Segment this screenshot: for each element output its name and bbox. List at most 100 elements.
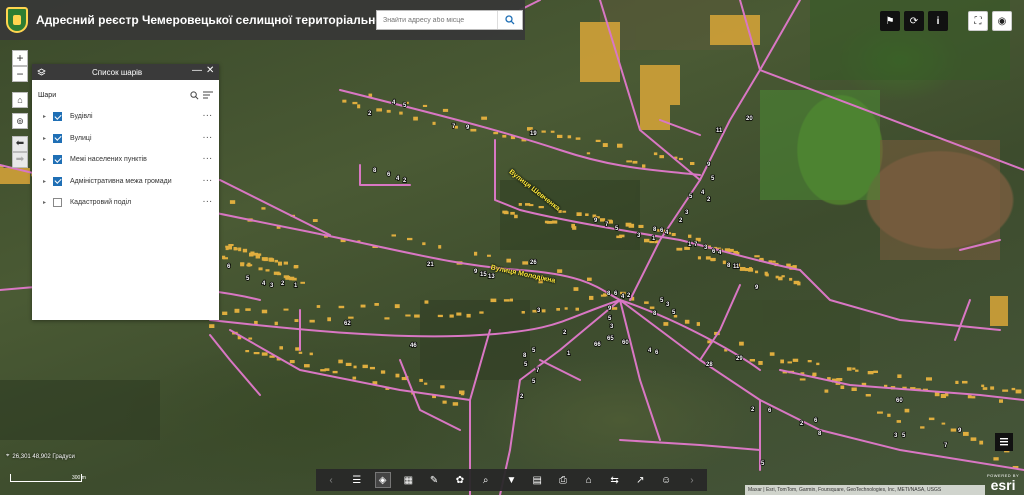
search-button[interactable]: [497, 11, 522, 29]
building-footprint: [229, 200, 236, 204]
layer-options-icon[interactable]: ···: [203, 199, 213, 206]
chevron-right-icon[interactable]: ›: [685, 473, 699, 487]
building-footprint: [558, 210, 562, 213]
building-footprint: [248, 337, 253, 340]
layer-row-cadastral[interactable]: ▸ Кадастровий поділ ···: [32, 192, 219, 214]
expand-arrow-icon[interactable]: ▸: [43, 156, 51, 163]
building-footprint: [391, 234, 396, 237]
zoom-out-button[interactable]: −: [12, 66, 28, 82]
report-icon[interactable]: ▤: [530, 473, 544, 487]
home-icon[interactable]: ⌂: [582, 473, 596, 487]
building-footprint: [345, 362, 352, 366]
layer-checkbox[interactable]: [53, 198, 62, 208]
swipe-icon[interactable]: ⇆: [608, 473, 622, 487]
building-footprint: [816, 362, 820, 366]
building-footprint: [413, 116, 418, 121]
layer-options-icon[interactable]: ···: [203, 113, 213, 120]
coordinate-readout: ⌖ 26,301 48,902 Градуси: [6, 453, 75, 460]
building-footprint: [466, 313, 471, 318]
building-footprint: [865, 394, 871, 397]
building-footprint: [981, 384, 985, 387]
layer-row-streets[interactable]: ▸ Вулиці ···: [32, 128, 219, 150]
svg-text:1: 1: [567, 351, 571, 357]
building-footprint: [487, 254, 491, 257]
building-footprint: [789, 277, 793, 281]
search-layers-icon[interactable]: [190, 90, 199, 100]
bottom-toolbar: ‹ ☰ ◈ ▦ ✎ ✿ ⌕ ▼ ▤ ⎙ ⌂ ⇆ ↗ ☺ ›: [316, 469, 707, 491]
svg-text:3: 3: [666, 302, 670, 308]
next-extent-button[interactable]: ➡: [12, 152, 28, 168]
expand-arrow-icon[interactable]: ▸: [43, 199, 51, 206]
close-button[interactable]: ✕: [206, 65, 214, 76]
svg-text:62: 62: [344, 321, 351, 327]
expand-arrow-icon[interactable]: ▸: [43, 135, 51, 142]
building-footprint: [291, 277, 297, 281]
share-icon[interactable]: ↗: [633, 473, 647, 487]
layer-row-buildings[interactable]: ▸ Будівлі ···: [32, 106, 219, 128]
expand-arrow-icon[interactable]: ▸: [43, 178, 51, 185]
layer-options-icon[interactable]: ···: [203, 156, 213, 163]
layer-label: Кадастровий поділ: [70, 199, 132, 207]
layer-checkbox[interactable]: [53, 112, 62, 122]
measure-button[interactable]: ⚑: [880, 11, 900, 31]
layer-row-admin-boundary[interactable]: ▸ Адміністративна межа громади ···: [32, 171, 219, 193]
layer-checkbox[interactable]: [53, 176, 62, 186]
locate-button[interactable]: ⊚: [12, 113, 28, 129]
filter-list-icon[interactable]: [203, 91, 213, 100]
building-footprint: [963, 431, 969, 436]
layer-options-icon[interactable]: ···: [203, 135, 213, 142]
building-footprint: [470, 128, 477, 132]
legend-list-icon[interactable]: ☰: [350, 473, 364, 487]
building-footprint: [289, 360, 295, 364]
building-footprint: [659, 155, 664, 159]
layers-icon[interactable]: ◈: [374, 472, 391, 488]
building-footprint: [663, 322, 669, 326]
layer-checkbox[interactable]: [53, 155, 62, 165]
print-icon[interactable]: ⎙: [556, 473, 570, 487]
search-input[interactable]: [377, 11, 497, 29]
query-icon[interactable]: ⌕: [479, 473, 493, 487]
building-footprint: [546, 221, 553, 224]
home-button[interactable]: ⌂: [12, 92, 28, 108]
building-footprint: [253, 352, 260, 355]
building-footprint: [556, 308, 560, 311]
building-footprint: [551, 220, 558, 224]
analysis-icon[interactable]: ✿: [453, 473, 467, 487]
building-footprint: [374, 303, 379, 306]
building-footprint: [399, 111, 403, 115]
svg-text:7: 7: [944, 443, 948, 449]
visibility-button[interactable]: ◉: [992, 11, 1012, 31]
layer-options-icon[interactable]: ···: [203, 178, 213, 185]
building-footprint: [222, 255, 226, 260]
building-footprint: [245, 350, 250, 353]
building-footprint: [595, 139, 601, 142]
layer-row-settlement-bounds[interactable]: ▸ Межі населених пунктів ···: [32, 149, 219, 171]
building-footprint: [852, 367, 856, 370]
previous-extent-button[interactable]: ⬅: [12, 136, 28, 152]
minimize-button[interactable]: —: [192, 65, 202, 76]
expand-arrow-icon[interactable]: ▸: [43, 113, 51, 120]
swipe-button[interactable]: ⟳: [904, 11, 924, 31]
building-footprint: [765, 273, 769, 277]
building-footprint: [386, 109, 391, 113]
draw-pencil-icon[interactable]: ✎: [427, 473, 441, 487]
chevron-left-icon[interactable]: ‹: [324, 473, 338, 487]
info-button[interactable]: i: [928, 11, 948, 31]
layer-label: Межі населених пунктів: [70, 156, 147, 164]
fullscreen-button[interactable]: ⛶: [968, 11, 988, 31]
building-footprint: [896, 420, 901, 423]
building-footprint: [300, 281, 305, 284]
about-icon[interactable]: ☺: [659, 473, 673, 487]
building-footprint: [384, 317, 390, 320]
zoom-in-button[interactable]: +: [12, 50, 28, 66]
legend-button[interactable]: [995, 433, 1013, 451]
svg-text:5: 5: [608, 316, 612, 322]
layer-checkbox[interactable]: [53, 133, 62, 143]
building-footprint: [348, 316, 354, 319]
building-footprint: [225, 246, 229, 251]
filter-icon[interactable]: ▼: [504, 473, 518, 487]
building-footprint: [261, 352, 268, 356]
crosshair-icon: ⌖: [6, 453, 10, 459]
panel-header: Список шарів — ✕: [32, 64, 219, 80]
basemap-grid-icon[interactable]: ▦: [401, 473, 415, 487]
